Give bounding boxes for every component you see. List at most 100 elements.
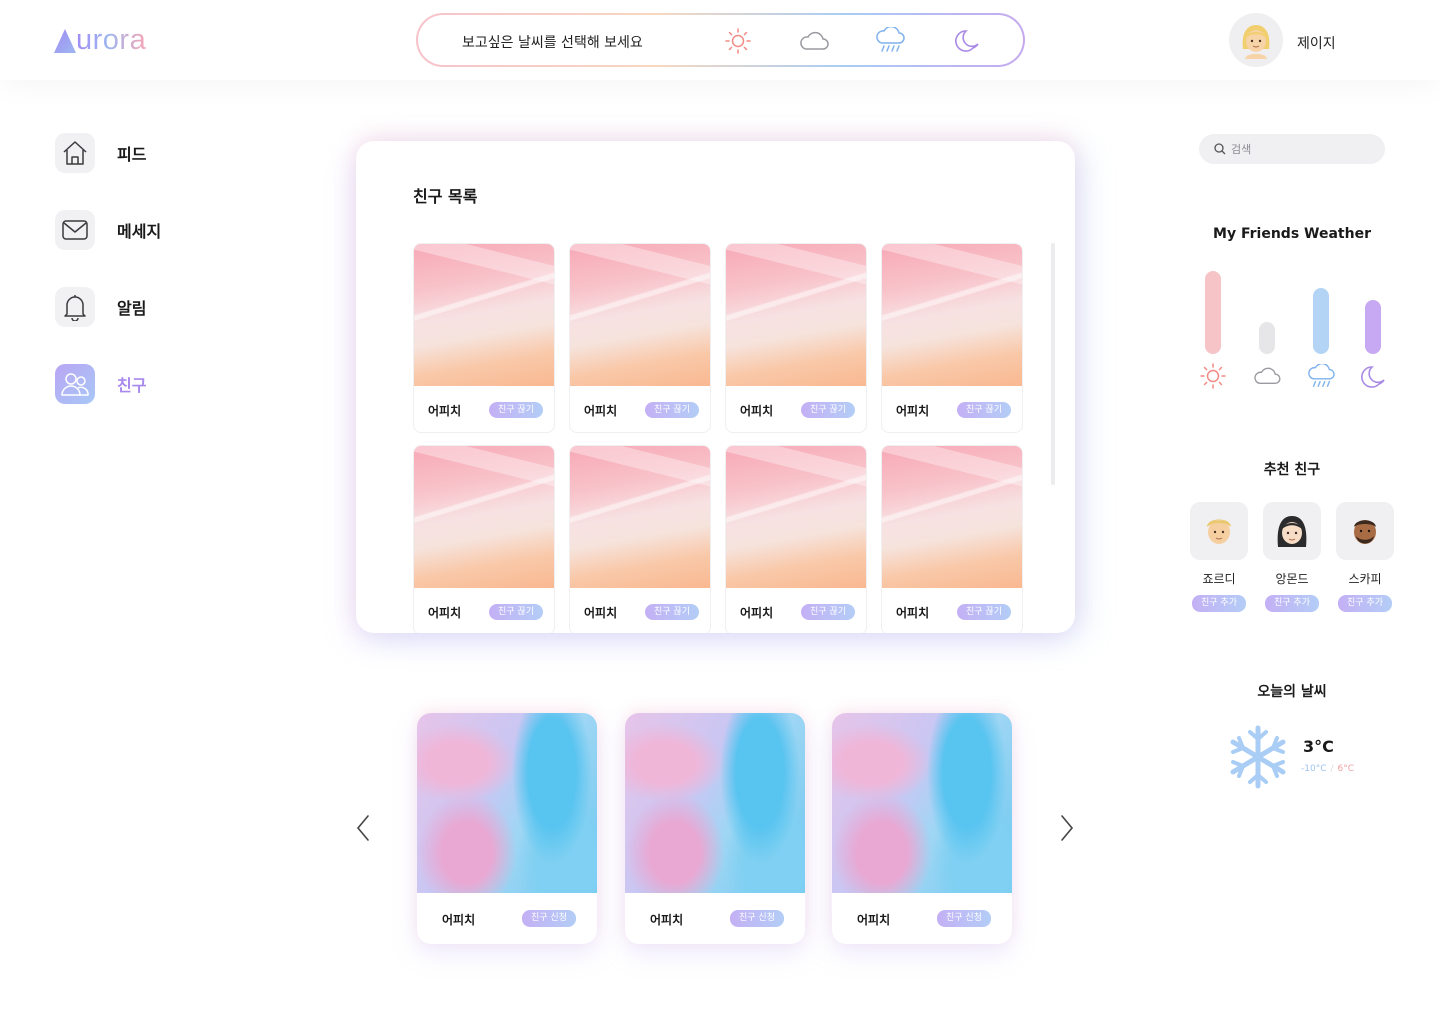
recommended-title: 추천 친구 [1263,462,1321,478]
temperature-separator: / [1330,764,1334,774]
add-friend-button[interactable]: 친구 추가 [1338,595,1392,612]
carousel-prev-button[interactable] [353,812,373,844]
friend-card[interactable]: 어피치 친구 끊기 [881,243,1023,433]
user-avatar[interactable] [1229,13,1283,67]
suggested-name: 어피치 [442,913,476,927]
recommended-name: 스카피 [1348,572,1382,586]
friend-card[interactable]: 어피치 친구 끊기 [413,445,555,633]
sidebar-item-feed[interactable]: 피드 [55,133,146,173]
search-input[interactable] [1231,142,1371,156]
friends-weather-title: My Friends Weather [1213,226,1371,242]
weather-selector: 보고싶은 날씨를 선택해 보세요 [416,13,1025,67]
friend-name: 어피치 [740,606,774,620]
avatar [1190,502,1248,560]
panel-title: 친구 목록 [413,187,478,206]
suggested-card[interactable]: 어피치 친구 신청 [832,713,1012,944]
chevron-left-icon [356,815,369,841]
friend-card-image [882,244,1022,386]
friend-name: 어피치 [896,606,930,620]
recommended-friend[interactable]: 스카피 친구 추가 [1335,502,1395,612]
friend-card[interactable]: 어피치 친구 끊기 [569,243,711,433]
unfriend-button[interactable]: 친구 끊기 [801,604,855,620]
home-icon [55,133,95,173]
friend-name: 어피치 [896,404,930,418]
friend-card[interactable]: 어피치 친구 끊기 [413,243,555,433]
current-temperature: 3°C [1303,737,1334,756]
weather-bar-cloud [1259,322,1275,354]
rain-icon[interactable] [874,26,906,56]
add-friend-button[interactable]: 친구 추가 [1192,595,1246,612]
recommended-friend[interactable]: 앙몬드 친구 추가 [1262,502,1322,612]
friend-request-button[interactable]: 친구 신청 [730,910,784,927]
today-weather-title: 오늘의 날씨 [1257,684,1327,700]
recommended-friend[interactable]: 죠르디 친구 추가 [1189,502,1249,612]
friend-card[interactable]: 어피치 친구 끊기 [569,445,711,633]
suggested-card[interactable]: 어피치 친구 신청 [625,713,805,944]
weather-prompt: 보고싶은 날씨를 선택해 보세요 [462,35,643,51]
unfriend-button[interactable]: 친구 끊기 [489,402,543,418]
scrollbar[interactable] [1051,243,1055,485]
recommended-name: 죠르디 [1202,572,1236,586]
temperature-range: -10°C/6°C [1301,764,1354,774]
friend-name: 어피치 [428,404,462,418]
suggested-card-image [417,713,597,893]
cloud-icon [1252,361,1282,391]
friend-request-button[interactable]: 친구 신청 [522,910,576,927]
temperature-min: -10°C [1301,764,1327,774]
friend-name: 어피치 [584,606,618,620]
weather-bar-sun [1205,271,1221,354]
search-box[interactable] [1199,134,1385,164]
unfriend-button[interactable]: 친구 끊기 [957,604,1011,620]
sidebar-item-label: 메세지 [117,222,162,241]
unfriend-button[interactable]: 친구 끊기 [957,402,1011,418]
sidebar-item-label: 친구 [117,376,147,395]
sun-icon [1198,361,1228,391]
recommended-name: 앙몬드 [1275,572,1309,586]
suggested-card-image [832,713,1012,893]
user-name[interactable]: 제이지 [1297,33,1336,53]
friend-card[interactable]: 어피치 친구 끊기 [725,243,867,433]
sidebar-item-label: 피드 [117,145,147,164]
friend-card-image [882,446,1022,588]
logo-text: urora [76,24,147,56]
friend-name: 어피치 [584,404,618,418]
moon-icon[interactable] [952,26,984,56]
suggested-name: 어피치 [650,913,684,927]
logo[interactable]: urora [54,22,146,58]
friend-request-button[interactable]: 친구 신청 [937,910,991,927]
moon-icon [1359,362,1389,392]
add-friend-button[interactable]: 친구 추가 [1265,595,1319,612]
friend-card-image [414,446,554,588]
friend-card[interactable]: 어피치 친구 끊기 [881,445,1023,633]
avatar [1336,502,1394,560]
friend-card-image [414,244,554,386]
sidebar-item-notifications[interactable]: 알림 [55,287,146,327]
unfriend-button[interactable]: 친구 끊기 [645,604,699,620]
weather-bar-moon [1365,300,1381,354]
friend-card-image [570,446,710,588]
rain-icon [1306,362,1336,392]
sidebar-item-label: 알림 [117,299,147,318]
chevron-right-icon [1061,815,1074,841]
friend-name: 어피치 [740,404,774,418]
suggested-card[interactable]: 어피치 친구 신청 [417,713,597,944]
top-header: urora 보고싶은 날씨를 선택해 보세요 제이지 [0,0,1440,80]
sun-icon[interactable] [722,26,754,56]
weather-bar-rain [1313,288,1329,354]
friend-card[interactable]: 어피치 친구 끊기 [725,445,867,633]
sidebar-item-friends[interactable]: 친구 [55,364,146,404]
cloud-icon[interactable] [798,26,830,56]
carousel-next-button[interactable] [1057,812,1077,844]
suggested-name: 어피치 [857,913,891,927]
friend-card-image [726,446,866,588]
logo-triangle-icon [54,29,76,53]
friend-card-image [570,244,710,386]
sidebar-item-messages[interactable]: 메세지 [55,210,161,250]
unfriend-button[interactable]: 친구 끊기 [645,402,699,418]
mail-icon [55,210,95,250]
unfriend-button[interactable]: 친구 끊기 [489,604,543,620]
snowflake-icon [1230,725,1286,789]
temperature-max: 6°C [1337,764,1355,774]
unfriend-button[interactable]: 친구 끊기 [801,402,855,418]
bell-icon [55,287,95,327]
